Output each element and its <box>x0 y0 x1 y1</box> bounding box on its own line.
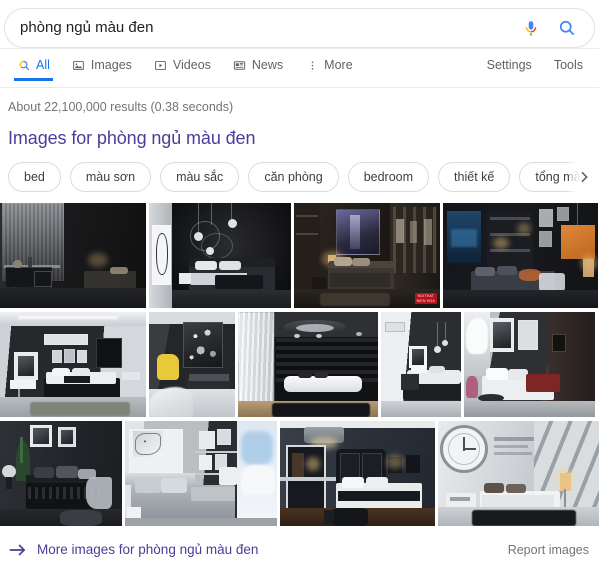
chip-bedroom[interactable]: bedroom <box>347 162 430 192</box>
image-grid-row <box>0 421 599 526</box>
tab-all-label: All <box>36 58 50 72</box>
search-icon <box>17 58 31 72</box>
search-box-actions <box>520 16 594 40</box>
image-icon <box>72 58 86 72</box>
tab-news[interactable]: News <box>222 58 294 81</box>
search-submit-icon[interactable] <box>556 16 578 40</box>
image-result[interactable] <box>0 203 146 308</box>
video-icon <box>154 58 168 72</box>
microphone-icon[interactable] <box>520 16 542 40</box>
image-result[interactable] <box>464 312 595 417</box>
refinement-chips: bed màu sơn màu sắc căn phòng bedroom th… <box>8 162 599 192</box>
image-result[interactable] <box>238 312 378 417</box>
image-result[interactable] <box>0 421 122 526</box>
image-result[interactable] <box>149 312 235 417</box>
tools-link[interactable]: Tools <box>554 58 583 81</box>
tab-videos-label: Videos <box>172 58 211 72</box>
chip-bed[interactable]: bed <box>8 162 61 192</box>
search-box[interactable] <box>4 8 595 48</box>
tab-more-label: More <box>324 58 353 72</box>
image-result[interactable] <box>443 203 598 308</box>
tab-more[interactable]: More <box>294 58 363 81</box>
image-results-grid: NOITHAT BIEN HOA <box>0 203 599 526</box>
nav-divider <box>0 87 599 88</box>
arrow-right-icon <box>8 543 27 557</box>
more-images-link[interactable]: More images for phòng ngủ màu đen <box>8 542 258 557</box>
image-result[interactable] <box>125 421 277 526</box>
nav-tabs: All Images Videos News More <box>6 58 364 81</box>
search-header <box>0 0 599 49</box>
more-images-label: More images for phòng ngủ màu đen <box>37 542 259 557</box>
more-vertical-icon <box>305 58 319 72</box>
images-footer: More images for phòng ngủ màu đen Report… <box>0 530 599 560</box>
report-images-link[interactable]: Report images <box>508 543 589 557</box>
chip-mau-son[interactable]: màu sơn <box>69 162 152 192</box>
settings-link[interactable]: Settings <box>487 58 532 81</box>
refinement-chips-row: bed màu sơn màu sắc căn phòng bedroom th… <box>0 149 599 203</box>
image-watermark: NOITHAT BIEN HOA <box>414 293 437 304</box>
news-icon <box>233 58 247 72</box>
nav-links: Settings Tools <box>487 58 587 81</box>
tab-images-label: Images <box>90 58 132 72</box>
image-result[interactable] <box>280 421 435 526</box>
image-result[interactable]: NOITHAT BIEN HOA <box>294 203 440 308</box>
image-result[interactable] <box>438 421 599 526</box>
search-input[interactable] <box>5 9 520 47</box>
chip-mau-sac[interactable]: màu sắc <box>160 162 240 192</box>
tab-all[interactable]: All <box>6 58 61 81</box>
tab-videos[interactable]: Videos <box>143 58 222 81</box>
search-nav: All Images Videos News More Settings Too… <box>0 48 599 88</box>
images-section-title[interactable]: Images for phòng ngủ màu đen <box>0 114 599 149</box>
image-result[interactable] <box>381 312 461 417</box>
image-grid-row: NOITHAT BIEN HOA <box>0 203 599 308</box>
chip-thiet-ke[interactable]: thiết kế <box>438 162 511 192</box>
chevron-right-icon[interactable] <box>569 162 599 192</box>
chip-can-phong[interactable]: căn phòng <box>248 162 339 192</box>
image-result[interactable] <box>0 312 146 417</box>
tab-news-label: News <box>251 58 284 72</box>
result-stats: About 22,100,000 results (0.38 seconds) <box>8 100 234 114</box>
image-result[interactable] <box>149 203 291 308</box>
tab-images[interactable]: Images <box>61 58 143 81</box>
image-grid-row <box>0 312 599 417</box>
